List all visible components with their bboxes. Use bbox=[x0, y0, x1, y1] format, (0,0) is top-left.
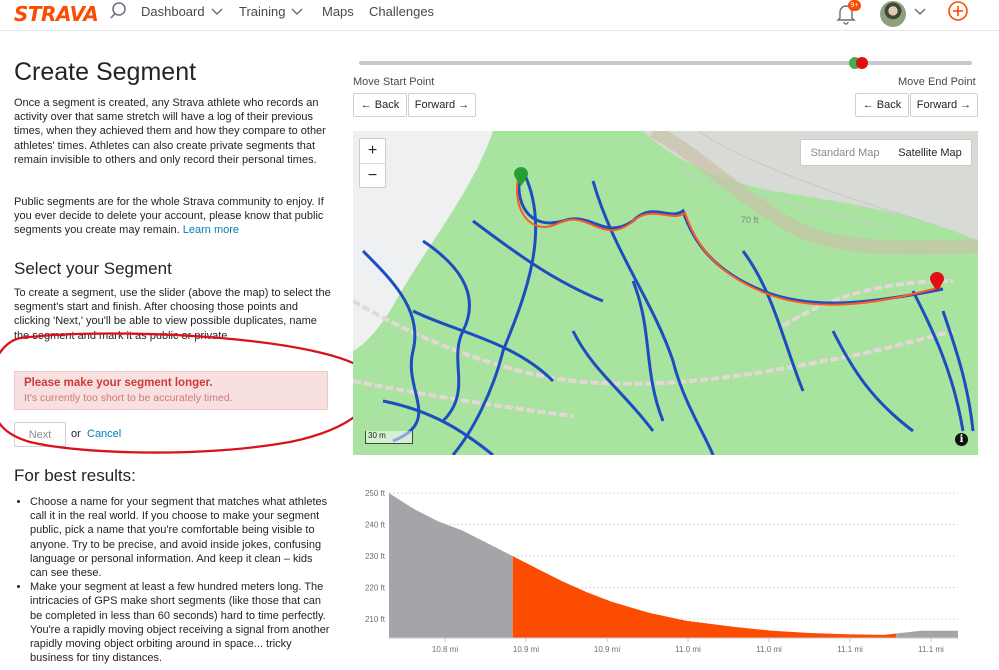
start-marker-icon[interactable] bbox=[514, 167, 528, 187]
elevation-chart[interactable]: 250 ft 240 ft 230 ft 220 ft 210 ft 10.8 mi 10.… bbox=[353, 480, 978, 665]
y-tick-label: 240 ft bbox=[365, 521, 386, 530]
map-scale: 30 m bbox=[365, 431, 413, 444]
nav-dashboard-label: Dashboard bbox=[141, 4, 205, 19]
y-tick-label: 220 ft bbox=[365, 584, 386, 593]
profile-menu[interactable] bbox=[880, 0, 926, 30]
elevation-area-selected bbox=[512, 556, 897, 638]
nav-maps-label: Maps bbox=[322, 4, 354, 19]
list-item: Make your segment at least a few hundred… bbox=[30, 580, 332, 665]
nav-challenges-label: Challenges bbox=[369, 4, 435, 19]
best-results-heading: For best results: bbox=[14, 466, 136, 485]
public-note-text: Public segments are for the whole Strava… bbox=[14, 196, 324, 237]
page-title: Create Segment bbox=[14, 58, 197, 86]
zoom-control: + − bbox=[359, 138, 386, 188]
x-tick-label: 10.9 mi bbox=[594, 645, 620, 654]
nav-challenges[interactable]: Challenges bbox=[369, 4, 434, 19]
strava-logo[interactable]: STRAVA bbox=[14, 2, 99, 26]
notifications[interactable]: 9+ bbox=[836, 0, 862, 30]
x-tick-label: 11.0 mi bbox=[675, 645, 701, 654]
segment-map[interactable]: 70 ft + − Standard Map Satellite Map 30 … bbox=[353, 131, 978, 455]
elevation-area-before bbox=[389, 493, 513, 638]
segment-slider[interactable] bbox=[359, 57, 972, 69]
info-icon[interactable]: i bbox=[955, 433, 968, 446]
nav-dashboard[interactable]: Dashboard bbox=[141, 4, 223, 19]
y-tick-label: 230 ft bbox=[365, 552, 386, 561]
slider-end-handle[interactable] bbox=[856, 57, 868, 69]
notification-badge: 9+ bbox=[848, 0, 861, 11]
public-note: Public segments are for the whole Strava… bbox=[14, 195, 332, 238]
y-tick-label: 210 ft bbox=[365, 615, 386, 624]
intro-text: Once a segment is created, any Strava at… bbox=[14, 97, 326, 166]
start-forward-button[interactable]: Forward → bbox=[408, 93, 476, 117]
nav-maps[interactable]: Maps bbox=[322, 4, 354, 19]
x-tick-label: 11.0 mi bbox=[756, 645, 782, 654]
x-tick-label: 11.1 mi bbox=[918, 645, 944, 654]
search-icon[interactable] bbox=[108, 1, 128, 21]
add-icon[interactable] bbox=[947, 0, 969, 22]
tips-list: Choose a name for your segment that matc… bbox=[14, 495, 332, 665]
avatar bbox=[880, 1, 906, 27]
x-tick-label: 10.8 mi bbox=[432, 645, 458, 654]
elevation-svg[interactable]: 250 ft 240 ft 230 ft 220 ft 210 ft 10.8 mi 10.… bbox=[353, 480, 978, 665]
x-tick-label: 11.1 mi bbox=[837, 645, 863, 654]
map-canvas[interactable]: 70 ft bbox=[353, 131, 978, 455]
satellite-map-button[interactable]: Satellite Map bbox=[889, 147, 971, 159]
select-segment-heading: Select your Segment bbox=[14, 259, 172, 278]
move-end-label: Move End Point bbox=[898, 76, 976, 88]
nav-training-label: Training bbox=[239, 4, 286, 19]
zoom-in-button[interactable]: + bbox=[360, 139, 385, 164]
end-forward-button[interactable]: Forward → bbox=[910, 93, 978, 117]
learn-more-link[interactable]: Learn more bbox=[183, 224, 239, 236]
top-navigation: STRAVA Dashboard Training Maps Challenge… bbox=[0, 0, 999, 31]
end-back-button[interactable]: ← Back bbox=[855, 93, 909, 117]
contour-label: 70 ft bbox=[741, 215, 759, 225]
chevron-down-icon bbox=[211, 8, 223, 15]
chevron-down-icon bbox=[291, 8, 303, 15]
start-back-button[interactable]: ← Back bbox=[353, 93, 407, 117]
end-marker-icon[interactable] bbox=[930, 272, 944, 292]
nav-training[interactable]: Training bbox=[239, 4, 303, 19]
standard-map-button[interactable]: Standard Map bbox=[801, 147, 889, 159]
x-tick-label: 10.9 mi bbox=[513, 645, 539, 654]
chevron-down-icon bbox=[914, 8, 926, 15]
y-tick-label: 250 ft bbox=[365, 489, 386, 498]
list-item: Choose a name for your segment that matc… bbox=[30, 495, 332, 580]
zoom-out-button[interactable]: − bbox=[360, 164, 385, 187]
move-start-label: Move Start Point bbox=[353, 76, 435, 88]
elevation-area-after bbox=[896, 630, 958, 638]
map-type-toggle: Standard Map Satellite Map bbox=[800, 139, 972, 166]
